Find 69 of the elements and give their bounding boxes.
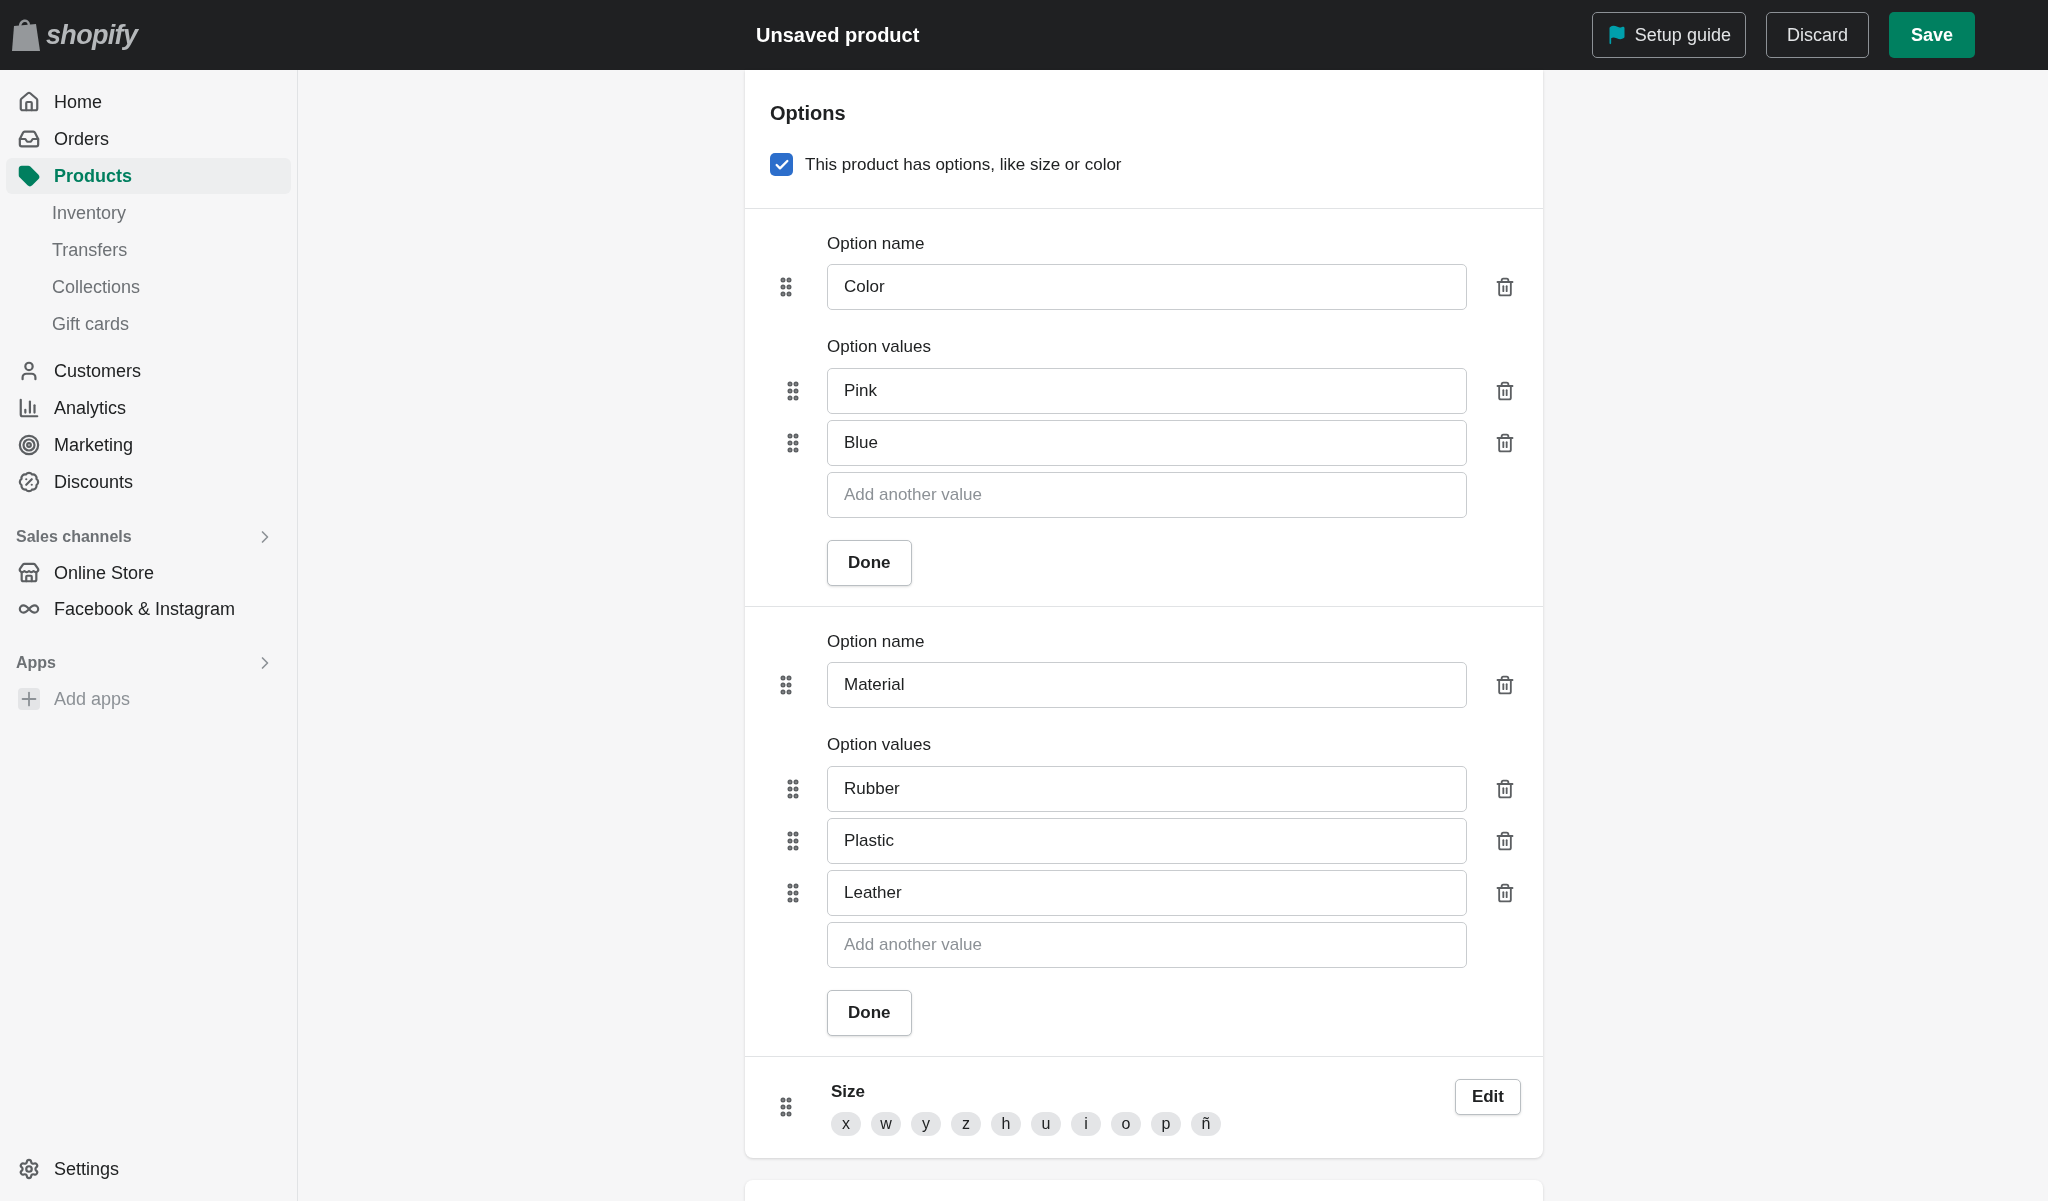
inbox-icon bbox=[18, 128, 40, 150]
nav-subitem[interactable]: Inventory bbox=[6, 195, 291, 232]
save-button[interactable]: Save bbox=[1888, 12, 1975, 58]
nav-subitem[interactable]: Collections bbox=[6, 269, 291, 306]
trash-icon bbox=[1495, 380, 1515, 401]
section-heading: Sales channels bbox=[16, 527, 132, 547]
nav-item[interactable]: Facebook & Instagram bbox=[6, 591, 291, 627]
logo-wordmark: shopify bbox=[46, 18, 138, 52]
value-tag: u bbox=[1031, 1112, 1061, 1136]
nav-item[interactable]: Customers bbox=[6, 353, 291, 389]
discard-button[interactable]: Discard bbox=[1765, 12, 1869, 58]
person-icon bbox=[18, 360, 40, 382]
shopping-bag-logo-icon bbox=[10, 17, 42, 53]
add-value-field[interactable]: Add another value bbox=[827, 921, 1467, 968]
store-icon bbox=[18, 562, 40, 584]
card-title: Options bbox=[770, 101, 847, 126]
trash-icon bbox=[1495, 675, 1515, 695]
trash-icon bbox=[1495, 830, 1515, 851]
nav-item[interactable]: Online Store bbox=[6, 555, 291, 591]
field-label: Option values bbox=[827, 735, 931, 754]
value-tag: ñ bbox=[1191, 1112, 1221, 1136]
nav-item[interactable]: Home bbox=[6, 84, 291, 120]
checkbox[interactable] bbox=[770, 153, 793, 177]
field-label: Option name bbox=[827, 233, 925, 253]
value-tag: i bbox=[1071, 1112, 1101, 1136]
done-button[interactable]: Done bbox=[827, 989, 912, 1036]
option-name-field[interactable]: Color bbox=[827, 264, 1467, 310]
option-value-field[interactable]: Blue bbox=[827, 419, 1467, 466]
value-tag: o bbox=[1111, 1112, 1141, 1136]
value-tag: h bbox=[991, 1112, 1021, 1136]
option-name-field[interactable]: Material bbox=[827, 662, 1467, 708]
trash-icon bbox=[1495, 882, 1515, 903]
target-icon bbox=[18, 434, 40, 456]
page-title: Unsaved product bbox=[756, 23, 920, 48]
value-tag: x bbox=[831, 1112, 861, 1136]
nav-item[interactable]: Analytics bbox=[6, 390, 291, 426]
nav-subitem[interactable]: Gift cards bbox=[6, 306, 291, 343]
option-name: Size bbox=[831, 1080, 867, 1103]
option-value-field[interactable]: Leather bbox=[827, 869, 1467, 916]
percent-badge-icon bbox=[18, 471, 40, 493]
nav-item[interactable]: Discounts bbox=[6, 464, 291, 500]
option-value-field[interactable]: Plastic bbox=[827, 817, 1467, 864]
settings-icon bbox=[18, 1158, 40, 1180]
bar-chart-icon bbox=[18, 397, 40, 419]
field-label: Option values bbox=[827, 337, 931, 356]
plus-icon bbox=[18, 688, 40, 710]
trash-icon bbox=[1495, 432, 1515, 453]
section-heading: Apps bbox=[16, 653, 56, 673]
nav-item[interactable]: Orders bbox=[6, 121, 291, 157]
field-label: Option name bbox=[827, 631, 925, 651]
done-button[interactable]: Done bbox=[827, 539, 912, 586]
nav-item[interactable]: Marketing bbox=[6, 427, 291, 463]
option-value-field[interactable]: Pink bbox=[827, 367, 1467, 414]
value-tag: w bbox=[871, 1112, 901, 1136]
nav-item[interactable]: Settings bbox=[6, 1151, 291, 1187]
add-value-field[interactable]: Add another value bbox=[827, 471, 1467, 518]
tag-icon bbox=[18, 165, 40, 187]
value-tag: p bbox=[1151, 1112, 1181, 1136]
value-tag: z bbox=[951, 1112, 981, 1136]
home-icon bbox=[18, 91, 40, 113]
edit-button[interactable]: Edit bbox=[1454, 1078, 1521, 1115]
setup-guide-button[interactable]: Setup guide bbox=[1591, 12, 1746, 58]
nav-subitem[interactable]: Transfers bbox=[6, 232, 291, 269]
option-value-field[interactable]: Rubber bbox=[827, 765, 1467, 812]
value-tag: y bbox=[911, 1112, 941, 1136]
checkbox-label: This product has options, like size or color bbox=[805, 154, 1122, 176]
trash-icon bbox=[1495, 277, 1515, 297]
trash-icon bbox=[1495, 778, 1515, 799]
nav-item[interactable]: Products bbox=[6, 158, 291, 194]
